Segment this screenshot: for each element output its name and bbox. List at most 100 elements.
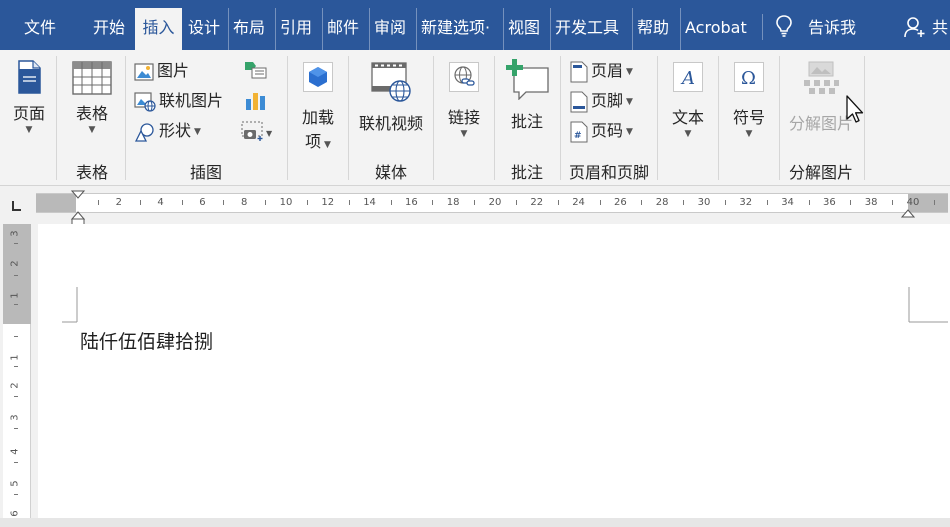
online-video-icon bbox=[371, 62, 411, 102]
ruler-tick-label: 28 bbox=[655, 197, 669, 208]
group-separator bbox=[125, 56, 126, 180]
comments-group-label: 批注 bbox=[510, 163, 543, 182]
ruler-tick-label: 14 bbox=[363, 197, 376, 208]
vertical-ruler-tick-label: 3 bbox=[9, 414, 21, 421]
footer-label: 页脚 bbox=[591, 91, 624, 110]
comment-button[interactable]: 批注 bbox=[500, 56, 554, 132]
share-button[interactable]: 共 bbox=[932, 8, 948, 50]
ruler-tick-mark bbox=[557, 200, 559, 205]
picture-icon bbox=[134, 62, 154, 81]
vertical-ruler-tick-label: 2 bbox=[9, 382, 21, 389]
new-comment-icon bbox=[506, 59, 549, 100]
tab-file[interactable]: 文件 bbox=[24, 8, 56, 50]
crop-mark-top-left bbox=[62, 287, 78, 323]
chevron-down-icon: ▼ bbox=[684, 129, 692, 139]
shapes-icon bbox=[134, 122, 154, 142]
ruler-tick-mark bbox=[139, 200, 141, 205]
tab-selector-icon[interactable] bbox=[10, 200, 24, 212]
addins-icon bbox=[303, 62, 333, 92]
ruler-tick-mark bbox=[390, 200, 392, 205]
shapes-button[interactable]: 形状 ▼ bbox=[134, 119, 201, 143]
footer-button[interactable]: 页脚 ▼ bbox=[570, 89, 633, 113]
online-picture-button[interactable]: 联机图片 bbox=[134, 89, 223, 113]
smartart-icon[interactable] bbox=[243, 60, 267, 80]
chevron-down-icon: ▼ bbox=[745, 129, 753, 139]
ruler-tick-mark bbox=[265, 200, 267, 205]
ruler-tick-mark bbox=[348, 200, 350, 205]
tab-references[interactable]: 引用 bbox=[275, 8, 312, 50]
bottom-strip bbox=[0, 518, 950, 527]
ruler-tick-label: 26 bbox=[614, 197, 627, 208]
vertical-ruler-tick-label: 1 bbox=[9, 292, 21, 299]
share-person-icon[interactable] bbox=[904, 16, 926, 38]
ruler-tick-mark bbox=[97, 200, 99, 205]
ruler-left-margin bbox=[36, 194, 76, 212]
document-page[interactable] bbox=[38, 224, 950, 518]
table-label: 表格 bbox=[75, 104, 108, 123]
ruler-tick-label: 18 bbox=[446, 197, 460, 208]
ruler-tick-label: 16 bbox=[405, 197, 418, 208]
ruler-tick-label: 30 bbox=[697, 197, 711, 208]
links-button[interactable]: 链接 ▼ bbox=[440, 56, 488, 140]
picture-button[interactable]: 图片 bbox=[134, 59, 189, 83]
text-button[interactable]: A 文本 ▼ bbox=[663, 56, 713, 140]
tab-review[interactable]: 审阅 bbox=[369, 8, 406, 50]
ruler-tick-label: 8 bbox=[241, 197, 248, 208]
header-footer-group-label: 页眉和页脚 bbox=[568, 163, 649, 182]
header-button[interactable]: 页眉 ▼ bbox=[570, 59, 633, 83]
symbols-button[interactable]: Ω 符号 ▼ bbox=[724, 56, 774, 140]
ruler-tick-label: 10 bbox=[279, 197, 293, 208]
table-button[interactable]: 表格 ▼ bbox=[68, 56, 116, 136]
comment-label: 批注 bbox=[510, 112, 543, 131]
page-number-icon: # bbox=[570, 121, 588, 142]
screenshot-icon[interactable]: ▼ bbox=[241, 120, 273, 142]
tab-mailings[interactable]: 邮件 bbox=[322, 8, 359, 50]
tab-layout[interactable]: 布局 bbox=[228, 8, 265, 50]
crop-mark-top-right bbox=[908, 287, 948, 323]
tab-home[interactable]: 开始 bbox=[93, 8, 125, 50]
chevron-down-icon: ▼ bbox=[88, 125, 96, 135]
tab-insert[interactable]: 插入 bbox=[135, 8, 182, 50]
tab-design[interactable]: 设计 bbox=[188, 8, 220, 50]
vertical-ruler-tick-label: 3 bbox=[9, 230, 21, 237]
menu-tab-bar: 文件 开始 插入 设计 布局 引用 邮件 审阅 新建选项· 视图 开发工具 帮助… bbox=[0, 0, 950, 50]
svg-text:A: A bbox=[680, 68, 695, 89]
svg-text:#: # bbox=[574, 131, 582, 141]
header-icon bbox=[570, 61, 588, 82]
addins-label: 加载 bbox=[301, 108, 334, 127]
tell-me-box[interactable]: 告诉我 bbox=[808, 8, 856, 50]
indent-marker-icon[interactable] bbox=[71, 190, 85, 226]
group-separator bbox=[718, 56, 719, 180]
addins-button[interactable]: 加载 项 ▼ bbox=[295, 56, 341, 152]
tab-help[interactable]: 帮助 bbox=[632, 8, 669, 50]
document-body-text[interactable]: 陆仟伍佰肆拾捌 bbox=[80, 327, 213, 354]
ruler-tick-label: 20 bbox=[488, 197, 502, 208]
chevron-down-icon: ▼ bbox=[25, 125, 33, 135]
group-separator bbox=[433, 56, 434, 180]
ruler-tick-label: 32 bbox=[739, 197, 753, 208]
chart-icon[interactable] bbox=[244, 89, 266, 111]
ruler-tick-label: 34 bbox=[781, 197, 794, 208]
horizontal-ruler[interactable]: 2 4 6 8 10 12 14 16 18 20 22 24 26 28 30 32 34 36 38 40 bbox=[0, 187, 950, 226]
vertical-ruler-tick-mark bbox=[14, 275, 18, 276]
ruler-tick-mark bbox=[892, 200, 894, 205]
tab-developer[interactable]: 开发工具 bbox=[550, 8, 619, 50]
vertical-ruler-tick-mark bbox=[14, 336, 18, 337]
page-number-button[interactable]: # 页码 ▼ bbox=[570, 119, 633, 143]
word-window: 文件 开始 插入 设计 布局 引用 邮件 审阅 新建选项· 视图 开发工具 帮助… bbox=[0, 0, 950, 527]
vertical-ruler-tick-label: 4 bbox=[9, 448, 21, 455]
tab-acrobat[interactable]: Acrobat bbox=[680, 8, 747, 50]
online-video-button[interactable]: 联机视频 bbox=[352, 56, 430, 134]
table-icon bbox=[72, 61, 112, 95]
lightbulb-icon[interactable] bbox=[775, 14, 793, 38]
symbols-label: 符号 bbox=[732, 108, 765, 127]
right-indent-marker-icon[interactable] bbox=[901, 209, 915, 219]
vertical-ruler-tick-label: 2 bbox=[9, 260, 21, 267]
tab-new-options[interactable]: 新建选项· bbox=[416, 8, 490, 50]
pages-button[interactable]: 页面 ▼ bbox=[7, 56, 51, 136]
tab-view[interactable]: 视图 bbox=[503, 8, 540, 50]
omega-icon: Ω bbox=[734, 62, 764, 92]
ruler-tick-label: 24 bbox=[572, 197, 585, 208]
media-group-label: 媒体 bbox=[374, 163, 407, 182]
group-separator bbox=[56, 56, 57, 180]
